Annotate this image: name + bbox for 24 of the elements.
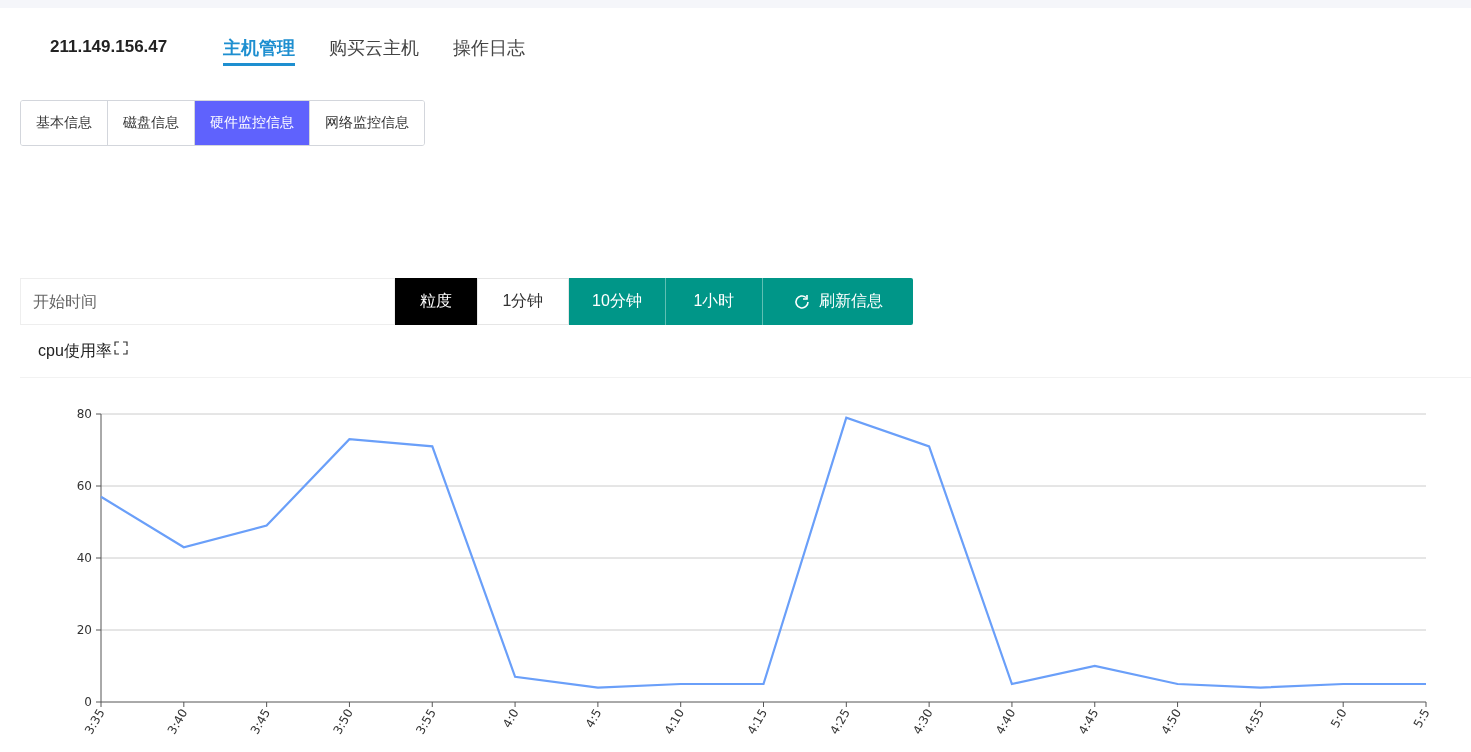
y-tick-label: 20: [76, 623, 92, 637]
start-time-field[interactable]: 开始时间: [20, 278, 395, 325]
nav-tab[interactable]: 购买云主机: [329, 35, 420, 66]
y-tick-label: 60: [76, 479, 92, 493]
y-tick-label: 40: [76, 551, 92, 565]
refresh-icon: [793, 292, 811, 311]
tab[interactable]: 基本信息: [21, 101, 108, 145]
nav-tab[interactable]: 主机管理: [223, 35, 296, 66]
granularity-label: 粒度: [395, 278, 477, 325]
expand-icon[interactable]: [113, 341, 128, 355]
granularity-button[interactable]: 1小时: [666, 278, 763, 325]
nav-tab[interactable]: 操作日志: [453, 35, 526, 66]
x-tick-label: 4:5: [582, 706, 605, 731]
tab[interactable]: 硬件监控信息: [195, 101, 310, 145]
x-tick-label: 5:0: [1328, 706, 1350, 731]
y-tick-label: 0: [84, 695, 92, 709]
host-ip: 211.149.156.47: [50, 37, 168, 57]
x-tick-label: 4:0: [499, 706, 522, 731]
x-tick-label: 5:5: [1410, 706, 1433, 731]
granularity-button[interactable]: 1分钟: [477, 278, 569, 325]
chart-title: cpu使用率: [38, 340, 112, 361]
granularity-button[interactable]: 10分钟: [569, 278, 666, 325]
y-tick-label: 80: [76, 407, 92, 421]
refresh-button[interactable]: 刷新信息: [763, 278, 913, 325]
